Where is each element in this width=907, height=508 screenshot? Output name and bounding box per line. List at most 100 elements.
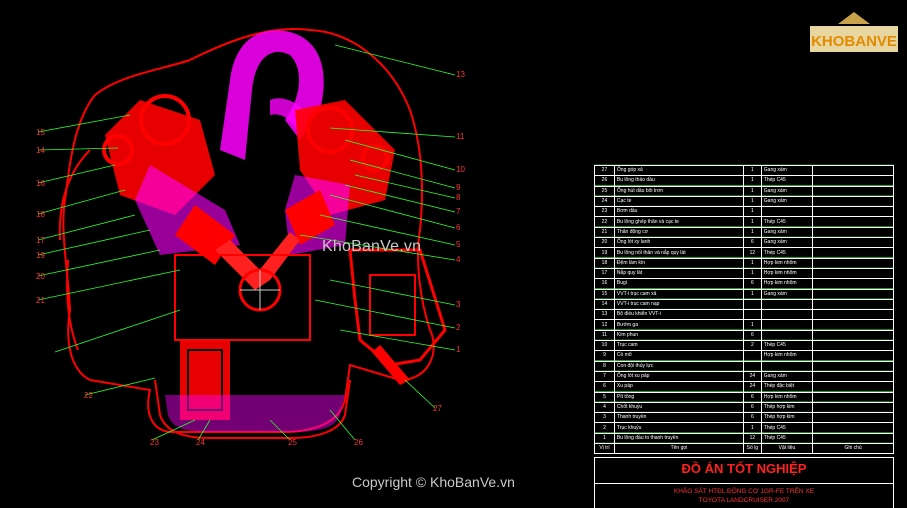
- callout-4: 4: [456, 255, 461, 264]
- callout-7: 7: [456, 207, 461, 216]
- table-row: 22 Bu lông ghép thân và cạc te 1 Thép C45: [594, 216, 894, 228]
- table-row: 3 Thanh truyền 6 Thép hợp kim: [594, 412, 894, 424]
- cell-qty: 6: [742, 237, 762, 249]
- khobanve-logo: KHOBANVE: [808, 10, 900, 56]
- cell-material: [760, 360, 814, 372]
- table-row: 10 Trục cam 2 Thép C45: [594, 340, 894, 352]
- cell-note: [812, 216, 894, 228]
- cell-note: [812, 340, 894, 352]
- table-row: 11 Kim phun 6: [594, 329, 894, 342]
- callout-27: 27: [433, 404, 442, 413]
- cell-name: Bugi: [613, 278, 744, 290]
- cell-name: Bu lông tháo dầu: [613, 175, 744, 187]
- callout-16: 16: [36, 179, 45, 188]
- table-row: 1 Bu lông đầu to thanh truyền 12 Thép C45: [594, 432, 894, 445]
- cell-name: Pít tông: [613, 391, 744, 403]
- cell-qty: 1: [742, 216, 762, 228]
- callout-25: 25: [288, 438, 297, 447]
- table-row: 20 Ống lót xy lanh 6 Gang xám: [594, 237, 894, 249]
- cell-name: Kim phun: [613, 329, 744, 342]
- cell-material: [760, 298, 814, 311]
- cell-qty: 1: [742, 422, 762, 434]
- callout-24: 24: [196, 438, 205, 447]
- cell-material: Thép đặc biệt: [760, 381, 814, 393]
- cell-note: [812, 195, 894, 208]
- cell-no: 27: [594, 164, 615, 177]
- cell-material: Thép C45: [760, 216, 814, 228]
- callout-labels-right: 13 11 10 98 7 6 5 4 3 2 1: [456, 70, 465, 354]
- cell-qty: 1: [742, 175, 762, 187]
- cell-material: Hợp kim nhôm: [760, 278, 814, 290]
- cell-name: VVT-i trục cam xả: [613, 288, 744, 300]
- table-row: 17 Nắp quy lát 1 Hợp kim nhôm: [594, 267, 894, 280]
- cell-name: Bướm ga: [613, 319, 744, 331]
- cell-note: [812, 247, 894, 259]
- cell-qty: 1: [742, 319, 762, 331]
- cell-name: VVT-i trục cam nạp: [613, 298, 744, 311]
- table-row: 23 Bơm dầu 1: [594, 206, 894, 218]
- cell-note: [812, 175, 894, 187]
- cell-no: 22: [594, 216, 615, 228]
- table-row: 21 Thân động cơ 1 Gang xám: [594, 226, 894, 239]
- cell-name: Chốt khuỷu: [613, 401, 744, 414]
- callout-6: 6: [456, 223, 461, 232]
- cell-name: Ống hút dầu bôi trơn: [613, 185, 744, 197]
- cell-note: [812, 381, 894, 393]
- cell-no: 3: [594, 412, 615, 424]
- callout-labels-left: 15 14 16 18 17 19 20 21: [36, 128, 45, 305]
- table-row: 8 Con đội thủy lực: [594, 360, 894, 372]
- cell-no: 5: [594, 391, 615, 403]
- drawing-subtitle-1: KHẢO SÁT HTĐL ĐỘNG CƠ 1GR-FE TRÊN XE: [673, 488, 815, 495]
- cell-material: Gang xám: [760, 237, 814, 249]
- cell-note: [812, 278, 894, 290]
- table-row: 4 Chốt khuỷu 6 Thép hợp kim: [594, 401, 894, 414]
- table-row: 13 Bộ điều khiển VVT-i: [594, 309, 894, 321]
- cell-qty: 2: [742, 340, 762, 352]
- cell-material: [760, 206, 814, 218]
- cell-name: Xu páp: [613, 381, 744, 393]
- cell-qty: 1: [742, 195, 762, 208]
- cell-material: Hợp kim nhôm: [760, 267, 814, 280]
- cell-name: Ống góp xả: [613, 164, 744, 177]
- cell-note: [812, 309, 894, 321]
- drawing-subtitle-2: TOYOTA LANDCRUISER 2007: [698, 497, 790, 504]
- cell-note: [812, 226, 894, 239]
- watermark-bottom: Copyright © KhoBanVe.vn: [352, 474, 515, 490]
- callout-5: 5: [456, 240, 461, 249]
- cell-name: Trục khuỷu: [613, 422, 744, 434]
- cell-material: Hợp kim nhôm: [760, 350, 814, 362]
- cell-name: Bộ điều khiển VVT-i: [613, 309, 744, 321]
- cell-material: Gang xám: [760, 185, 814, 197]
- cell-note: [812, 391, 894, 403]
- cell-no: 21: [594, 226, 615, 239]
- title-block: ĐỒ ÁN TỐT NGHIỆP KHẢO SÁT HTĐL ĐỘNG CƠ 1…: [594, 457, 894, 508]
- cell-qty: [742, 298, 762, 311]
- exhaust-manifold: [348, 248, 447, 367]
- header-material: Vật liệu: [760, 443, 814, 455]
- cell-qty: 12: [742, 432, 762, 445]
- cell-no: 14: [594, 298, 615, 311]
- cell-note: [812, 288, 894, 300]
- cell-note: [812, 350, 894, 362]
- cell-name: Trục cam: [613, 340, 744, 352]
- cell-no: 15: [594, 288, 615, 300]
- cell-qty: [742, 309, 762, 321]
- cell-note: [812, 185, 894, 197]
- table-row: 14 VVT-i trục cam nạp: [594, 298, 894, 311]
- cell-no: 6: [594, 381, 615, 393]
- cell-note: [812, 370, 894, 383]
- cell-note: [812, 298, 894, 311]
- table-header-row: Vị trí Tên gọi Số lg Vật liệu Ghi chú: [594, 443, 894, 455]
- cell-note: [812, 319, 894, 331]
- callout-26: 26: [354, 438, 363, 447]
- cell-note: [812, 206, 894, 218]
- cell-qty: 24: [742, 381, 762, 393]
- cell-note: [812, 257, 894, 269]
- callout-9: 9: [456, 183, 461, 192]
- cell-no: 23: [594, 206, 615, 218]
- cell-qty: 6: [742, 278, 762, 290]
- cell-qty: [742, 350, 762, 362]
- cell-no: 17: [594, 267, 615, 280]
- cell-name: Nắp quy lát: [613, 267, 744, 280]
- cell-no: 16: [594, 278, 615, 290]
